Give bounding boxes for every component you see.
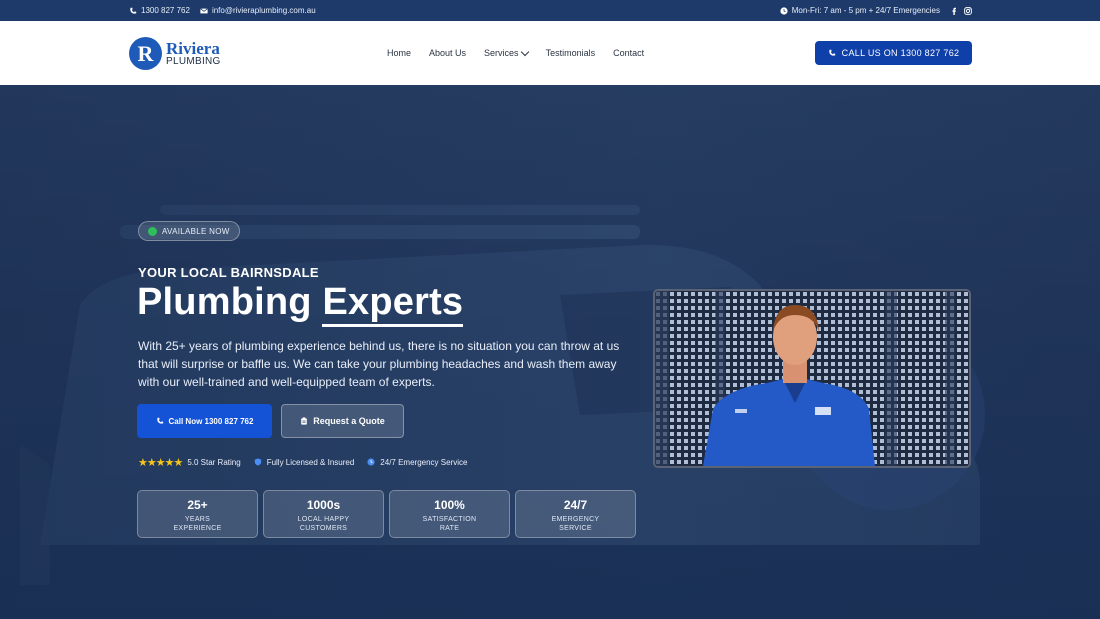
stat-label: SATISFACTION RATE bbox=[422, 516, 477, 532]
request-quote-label: Request a Quote bbox=[313, 416, 385, 426]
stat-value: 25+ bbox=[187, 498, 208, 512]
logo-sub-text: PLUMBING bbox=[166, 56, 221, 67]
phone-icon bbox=[828, 49, 835, 56]
nav-home[interactable]: Home bbox=[387, 48, 411, 58]
call-us-label: CALL US ON 1300 827 762 bbox=[841, 48, 960, 58]
stat-value: 1000s bbox=[306, 498, 341, 512]
topbar-email[interactable]: info@rivieraplumbing.com.au bbox=[200, 6, 316, 15]
logo-initial: R bbox=[137, 40, 154, 66]
hero-section: AVAILABLE NOW YOUR LOCAL BAIRNSDALE Plum… bbox=[0, 85, 1100, 619]
trust-rating-text: 5.0 Star Rating bbox=[187, 457, 241, 467]
hero-eyebrow: YOUR LOCAL BAIRNSDALE bbox=[138, 265, 319, 280]
stats-row: 25+ YEARS EXPERIENCE 1000s LOCAL HAPPY C… bbox=[137, 490, 636, 538]
topbar-hours-text: Mon-Fri: 7 am - 5 pm + 24/7 Emergencies bbox=[791, 6, 940, 15]
logo-badge: R bbox=[129, 37, 162, 70]
logo-main-text: Riviera bbox=[166, 39, 220, 58]
hero-title-b: Experts bbox=[322, 281, 464, 327]
stat-value: 100% bbox=[434, 498, 465, 512]
stat-card: 1000s LOCAL HAPPY CUSTOMERS bbox=[263, 490, 384, 538]
clipboard-icon bbox=[301, 417, 308, 425]
trust-rating: ★★★★★ 5.0 Star Rating bbox=[138, 456, 241, 469]
stat-label: EMERGENCY SERVICE bbox=[551, 516, 600, 532]
instagram-icon[interactable] bbox=[964, 6, 972, 15]
phone-icon bbox=[156, 417, 163, 424]
trust-licensed-text: Fully Licensed & Insured bbox=[266, 457, 355, 467]
topbar-phone[interactable]: 1300 827 762 bbox=[129, 6, 190, 15]
stat-card: 100% SATISFACTION RATE bbox=[389, 490, 510, 538]
hero-description: With 25+ years of plumbing experience be… bbox=[138, 339, 620, 389]
video-thumbnail bbox=[655, 291, 969, 466]
stat-card: 25+ YEARS EXPERIENCE bbox=[137, 490, 258, 538]
request-quote-button[interactable]: Request a Quote bbox=[281, 404, 404, 438]
status-dot bbox=[148, 226, 157, 236]
logo-wordmark: Riviera PLUMBING bbox=[166, 40, 221, 67]
nav-about-us[interactable]: About Us bbox=[429, 48, 466, 58]
shield-icon bbox=[254, 458, 261, 466]
site-header: R Riviera PLUMBING Home About Us Service… bbox=[0, 21, 1100, 85]
trust-row: ★★★★★ 5.0 Star Rating Fully Licensed & I… bbox=[138, 456, 467, 469]
trust-licensed: Fully Licensed & Insured bbox=[254, 457, 355, 467]
stat-value: 24/7 bbox=[563, 498, 588, 512]
stat-card: 24/7 EMERGENCY SERVICE bbox=[515, 490, 636, 538]
available-badge: AVAILABLE NOW bbox=[138, 221, 240, 241]
call-now-button[interactable]: Call Now 1300 827 762 bbox=[137, 404, 272, 438]
hero-title: Plumbing Experts bbox=[137, 281, 464, 327]
topbar-email-text: info@rivieraplumbing.com.au bbox=[211, 6, 316, 15]
top-bar: 1300 827 762 info@rivieraplumbing.com.au… bbox=[0, 0, 1100, 21]
stat-label: YEARS EXPERIENCE bbox=[173, 516, 222, 532]
clock-icon bbox=[367, 458, 375, 466]
logo[interactable]: R Riviera PLUMBING bbox=[129, 36, 221, 71]
trust-emergency-text: 24/7 Emergency Service bbox=[380, 457, 468, 467]
nav-services[interactable]: Services bbox=[484, 47, 529, 58]
phone-icon bbox=[130, 7, 137, 14]
mail-icon bbox=[200, 7, 208, 13]
trust-emergency: 24/7 Emergency Service bbox=[367, 458, 467, 467]
available-text: AVAILABLE NOW bbox=[162, 226, 230, 236]
star-rating-icon: ★★★★★ bbox=[138, 456, 183, 469]
nav-testimonials[interactable]: Testimonials bbox=[546, 48, 596, 58]
intro-video[interactable] bbox=[653, 289, 971, 468]
nav-services-label: Services bbox=[484, 48, 519, 58]
main-nav: Home About Us Services Testimonials Cont… bbox=[387, 21, 644, 85]
topbar-phone-text: 1300 827 762 bbox=[141, 6, 190, 15]
topbar-hours: Mon-Fri: 7 am - 5 pm + 24/7 Emergencies bbox=[780, 6, 940, 15]
hero-title-a: Plumbing bbox=[137, 281, 312, 323]
stat-label: LOCAL HAPPY CUSTOMERS bbox=[297, 516, 350, 532]
chevron-down-icon bbox=[520, 47, 529, 56]
call-us-button[interactable]: CALL US ON 1300 827 762 bbox=[815, 41, 972, 65]
clock-icon bbox=[780, 6, 788, 15]
call-now-label: Call Now 1300 827 762 bbox=[168, 416, 254, 426]
facebook-icon[interactable] bbox=[950, 7, 958, 15]
nav-contact[interactable]: Contact bbox=[613, 48, 644, 58]
